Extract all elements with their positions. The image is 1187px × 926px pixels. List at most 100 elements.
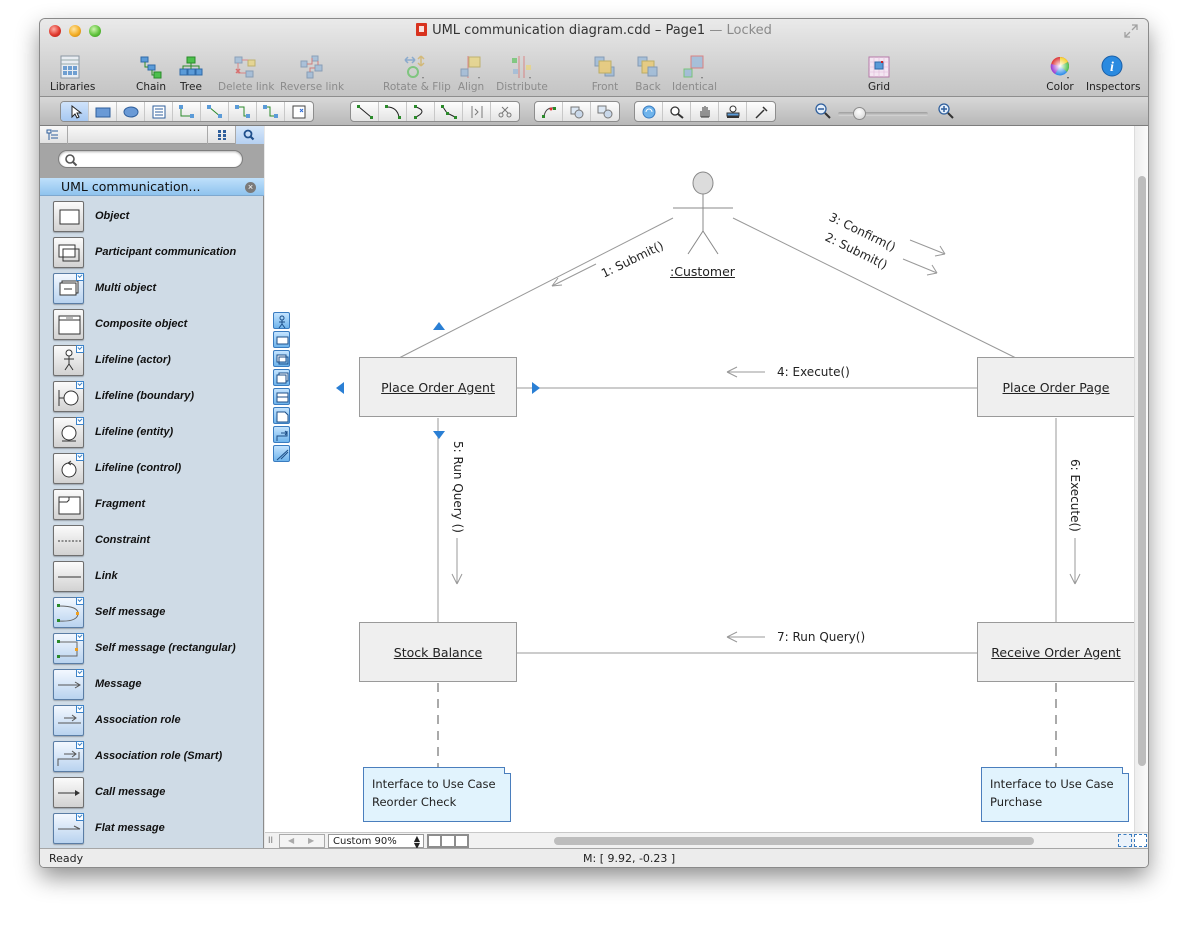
- zoom-in-icon[interactable]: [938, 103, 954, 122]
- polyline-tool[interactable]: [435, 102, 463, 121]
- text-tool[interactable]: [145, 102, 173, 121]
- association-quick-icon[interactable]: [273, 426, 290, 443]
- bezier-tool[interactable]: [407, 102, 435, 121]
- fullscreen-arrows-icon[interactable]: [1124, 24, 1138, 38]
- node-stock-balance[interactable]: Stock Balance: [359, 622, 517, 682]
- library-item-fragment[interactable]: Fragment: [40, 485, 264, 521]
- distribute-button[interactable]: Distribute: [496, 55, 548, 93]
- page-thumb[interactable]: [442, 836, 454, 846]
- library-header[interactable]: UML communication... ×: [40, 178, 264, 196]
- node-place-order-page[interactable]: Place Order Page: [977, 357, 1134, 417]
- color-button[interactable]: Color: [1043, 55, 1077, 93]
- tab-search[interactable]: [236, 126, 264, 144]
- scissors-tool[interactable]: [491, 102, 519, 121]
- note-quick-icon[interactable]: [273, 407, 290, 424]
- group-tool[interactable]: [563, 102, 591, 121]
- zoom-tool[interactable]: [663, 102, 691, 121]
- horizontal-scroll-thumb[interactable]: [554, 837, 1034, 845]
- identical-button[interactable]: Identical: [672, 55, 717, 93]
- msg-4-label[interactable]: 4: Execute(): [777, 365, 850, 379]
- library-item-object[interactable]: Object: [40, 197, 264, 233]
- smart-connector-tool[interactable]: [229, 102, 257, 121]
- tab-grid-view[interactable]: [208, 126, 236, 144]
- rotate-view-tool[interactable]: [635, 102, 663, 121]
- zoom-select[interactable]: Custom 90% ▲ ▼: [328, 834, 424, 850]
- align-button[interactable]: Align: [454, 55, 488, 93]
- tab-empty[interactable]: [68, 126, 208, 144]
- insert-object-tool[interactable]: [285, 102, 313, 121]
- library-item-self-message[interactable]: Self message: [40, 593, 264, 629]
- rectangle-tool[interactable]: [89, 102, 117, 121]
- library-item-link[interactable]: Link: [40, 557, 264, 593]
- fit-page-icon[interactable]: [1118, 834, 1132, 847]
- round-connector-tool[interactable]: [257, 102, 285, 121]
- tree-button[interactable]: Tree: [176, 55, 206, 93]
- library-item-association-role[interactable]: Association role: [40, 701, 264, 737]
- library-item-multi-object[interactable]: Multi object: [40, 269, 264, 305]
- libraries-button[interactable]: Libraries: [50, 55, 95, 93]
- vertical-scroll-thumb[interactable]: [1138, 176, 1146, 766]
- note-purchase[interactable]: Interface to Use Case Purchase: [981, 767, 1129, 822]
- front-button[interactable]: Front: [588, 55, 622, 93]
- library-item-association-role-smart[interactable]: Association role (Smart): [40, 737, 264, 773]
- rotate-flip-button[interactable]: Rotate & Flip: [383, 55, 451, 93]
- pause-icon[interactable]: II: [268, 835, 273, 845]
- library-item-call-message[interactable]: Call message: [40, 773, 264, 809]
- orthogonal-connector-tool[interactable]: [173, 102, 201, 121]
- grid-button[interactable]: Grid: [864, 55, 894, 93]
- line-tool[interactable]: [351, 102, 379, 121]
- back-button[interactable]: Back: [632, 55, 664, 93]
- library-item-constraint[interactable]: Constraint: [40, 521, 264, 557]
- zoom-slider[interactable]: [838, 107, 928, 120]
- eyedropper-tool[interactable]: [747, 102, 775, 121]
- page-thumb[interactable]: [429, 836, 441, 846]
- library-item-message[interactable]: Message: [40, 665, 264, 701]
- actor-quick-icon[interactable]: [273, 312, 290, 329]
- library-search-input[interactable]: [58, 150, 243, 168]
- actual-size-icon[interactable]: [1134, 834, 1147, 847]
- note-reorder-check[interactable]: Interface to Use Case Reorder Check: [363, 767, 511, 822]
- next-page-icon[interactable]: ▶: [308, 836, 314, 845]
- stamp-tool[interactable]: [719, 102, 747, 121]
- library-item-lifeline-control[interactable]: Lifeline (control): [40, 449, 264, 485]
- customer-actor[interactable]: [673, 171, 733, 255]
- delete-link-button[interactable]: Delete link: [218, 55, 274, 93]
- object-quick-icon[interactable]: [273, 331, 290, 348]
- chain-button[interactable]: Chain: [134, 55, 168, 93]
- library-item-lifeline-actor[interactable]: Lifeline (actor): [40, 341, 264, 377]
- multi-object-quick-icon[interactable]: [273, 369, 290, 386]
- edit-points-tool[interactable]: [535, 102, 563, 121]
- ellipse-tool[interactable]: [117, 102, 145, 121]
- vertical-scrollbar[interactable]: [1134, 126, 1148, 832]
- msg-7-label[interactable]: 7: Run Query(): [777, 630, 865, 644]
- library-item-composite-object[interactable]: Composite object: [40, 305, 264, 341]
- zoom-out-icon[interactable]: [815, 103, 831, 122]
- library-item-participant-communication[interactable]: Participant communication: [40, 233, 264, 269]
- inspectors-button[interactable]: i Inspectors: [1086, 55, 1140, 93]
- straight-connector-tool[interactable]: [201, 102, 229, 121]
- composite-quick-icon[interactable]: [273, 388, 290, 405]
- pointer-tool[interactable]: [61, 102, 89, 121]
- freehand-tool[interactable]: [463, 102, 491, 121]
- close-library-icon[interactable]: ×: [245, 182, 256, 193]
- node-receive-order-agent[interactable]: Receive Order Agent: [977, 622, 1134, 682]
- msg-5-label[interactable]: 5: Run Query (): [451, 441, 465, 533]
- page-thumb[interactable]: [455, 836, 467, 846]
- entity-shape-icon: [53, 417, 84, 448]
- library-item-self-message-rectangular[interactable]: Self message (rectangular): [40, 629, 264, 665]
- tab-tree-view[interactable]: [40, 126, 68, 144]
- library-item-flat-message[interactable]: Flat message: [40, 809, 264, 845]
- msg-6-label[interactable]: 6: Execute(): [1068, 459, 1082, 532]
- prev-page-icon[interactable]: ◀: [288, 836, 294, 845]
- library-item-lifeline-entity[interactable]: Lifeline (entity): [40, 413, 264, 449]
- participant-quick-icon[interactable]: [273, 350, 290, 367]
- ungroup-tool[interactable]: [591, 102, 619, 121]
- diagram-canvas[interactable]: :Customer Place Order Agent Place Order …: [265, 126, 1134, 832]
- node-place-order-agent[interactable]: Place Order Agent: [359, 357, 517, 417]
- library-item-lifeline-boundary[interactable]: Lifeline (boundary): [40, 377, 264, 413]
- reverse-link-button[interactable]: Reverse link: [280, 55, 344, 93]
- arc-tool[interactable]: [379, 102, 407, 121]
- pan-hand-tool[interactable]: [691, 102, 719, 121]
- link-actor-poa[interactable]: [398, 217, 674, 359]
- message-quick-icon[interactable]: [273, 445, 290, 462]
